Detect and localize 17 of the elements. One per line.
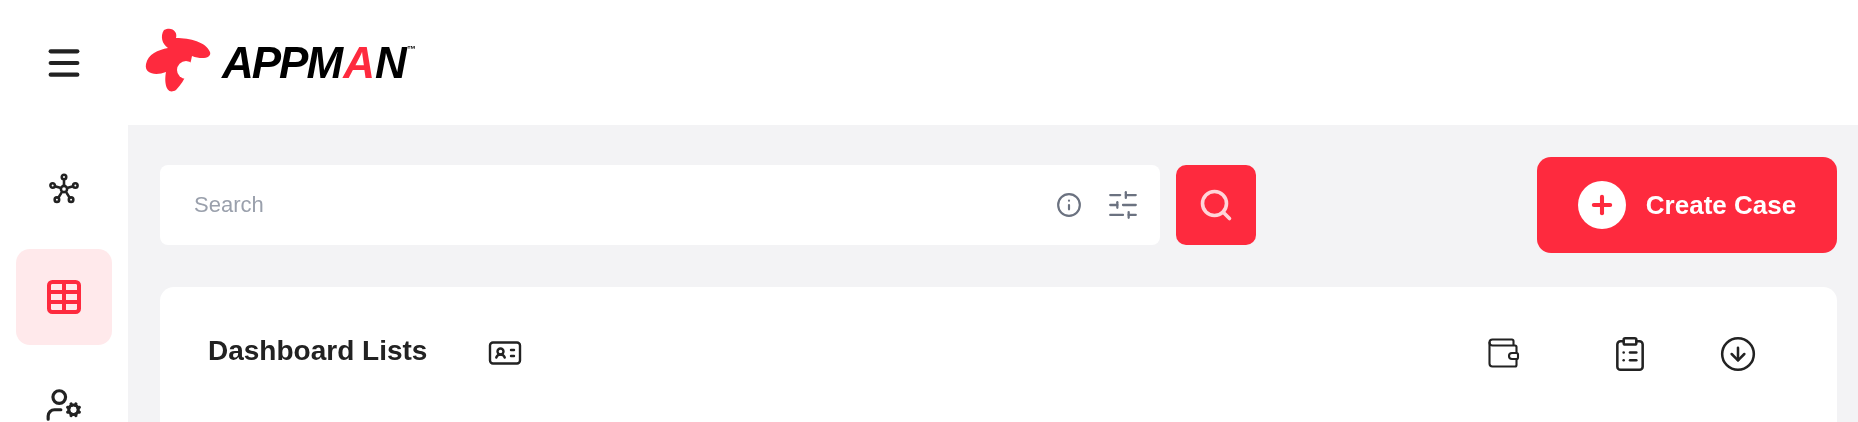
logo-text: A [343,37,373,88]
wallet-icon[interactable] [1485,335,1521,371]
logo-text: N [374,37,405,88]
search-button[interactable] [1176,165,1256,245]
network-icon [47,172,81,206]
card-title: Dashboard Lists [208,335,428,367]
download-icon[interactable] [1719,335,1757,373]
search-icon [1198,187,1234,223]
search-bar[interactable]: Search [160,165,1160,245]
table-icon [44,277,84,317]
info-icon[interactable] [1056,192,1082,218]
create-case-button[interactable]: Create Case [1537,157,1837,253]
filter-sliders-icon[interactable] [1106,188,1140,222]
user-settings-icon [45,386,83,422]
plus-icon [1577,181,1626,229]
trademark-mark: ™ [406,43,416,54]
logo-text: APPM [222,37,342,88]
